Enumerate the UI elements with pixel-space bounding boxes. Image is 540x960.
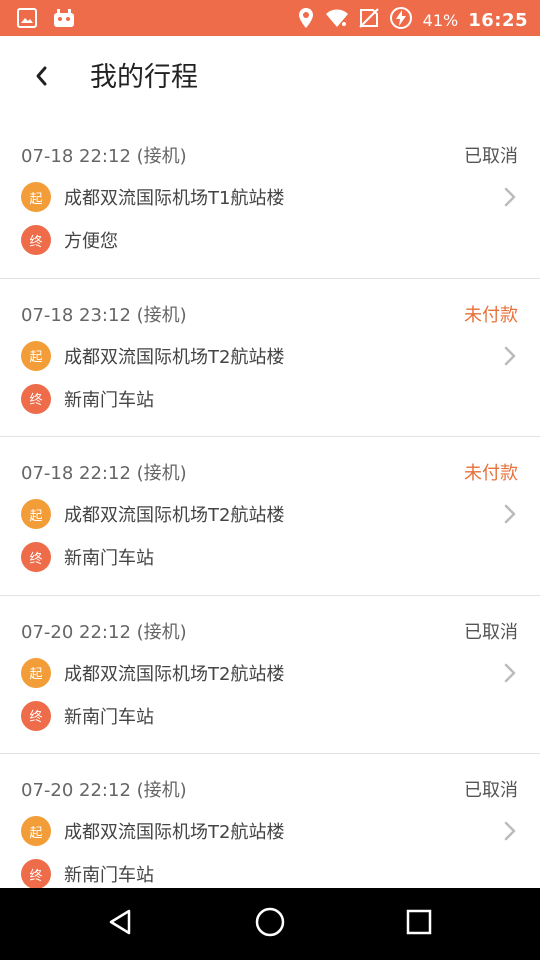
trip-time: 07-20 22:12 (接机) [21, 621, 187, 643]
start-badge: 起 [21, 340, 51, 371]
chevron-right-icon [500, 346, 520, 366]
wifi-icon [325, 8, 349, 32]
end-badge: 终 [21, 542, 51, 572]
end-location: 新南门车站 [64, 865, 154, 886]
trip-card[interactable]: 07-20 22:12 (接机) 已取消 起 成都双流国际机场T2航站楼 终 新… [0, 595, 540, 754]
start-location: 成都双流国际机场T2航站楼 [64, 346, 285, 368]
android-app-icon [52, 7, 76, 33]
image-icon [16, 7, 38, 33]
nav-recents-button[interactable] [401, 906, 437, 942]
trip-status: 未付款 [464, 304, 518, 326]
clock: 16:25 [468, 9, 528, 31]
trip-time: 07-18 22:12 (接机) [21, 463, 187, 484]
nav-back-button[interactable] [102, 906, 138, 942]
no-sim-icon [358, 8, 379, 32]
start-location: 成都双流国际机场T2航站楼 [64, 822, 285, 843]
trip-status: 已取消 [464, 621, 518, 643]
chevron-right-icon [500, 821, 520, 841]
trip-card[interactable]: 07-18 23:12 (接机) 未付款 起 成都双流国际机场T2航站楼 终 新… [0, 278, 540, 437]
back-triangle-icon [105, 907, 135, 941]
app-header: 我的行程 [0, 36, 540, 120]
battery-percent: 41% [422, 10, 459, 30]
end-badge: 终 [21, 383, 51, 414]
recents-square-icon [405, 908, 433, 940]
end-location: 新南门车站 [64, 548, 154, 569]
trip-time: 07-20 22:12 (接机) [21, 780, 187, 801]
back-chevron-icon [34, 65, 50, 91]
chevron-right-icon [500, 504, 520, 524]
status-bar: 41% 16:25 [0, 0, 540, 36]
battery-charging-icon [389, 6, 413, 34]
trip-time: 07-18 22:12 (接机) [21, 146, 187, 167]
chevron-right-icon [500, 187, 520, 207]
system-indicators: 41% 16:25 [297, 6, 528, 34]
start-badge: 起 [21, 182, 51, 212]
location-icon [297, 7, 315, 33]
trip-list: 07-18 22:12 (接机) 已取消 起 成都双流国际机场T1航站楼 终 方… [0, 120, 540, 888]
start-badge: 起 [21, 499, 51, 529]
end-badge: 终 [21, 225, 51, 255]
end-location: 新南门车站 [64, 706, 154, 728]
system-nav-bar [0, 888, 540, 960]
notification-icons [16, 7, 76, 33]
start-badge: 起 [21, 657, 51, 688]
chevron-right-icon [500, 663, 520, 683]
trip-time: 07-18 23:12 (接机) [21, 304, 187, 326]
trip-status: 已取消 [464, 780, 518, 801]
start-location: 成都双流国际机场T2航站楼 [64, 663, 285, 685]
home-circle-icon [254, 906, 286, 942]
end-badge: 终 [21, 859, 51, 888]
start-badge: 起 [21, 816, 51, 846]
trip-status: 未付款 [464, 463, 518, 484]
nav-home-button[interactable] [252, 906, 288, 942]
start-location: 成都双流国际机场T1航站楼 [64, 188, 285, 209]
end-badge: 终 [21, 700, 51, 731]
trip-status: 已取消 [464, 146, 518, 167]
trip-card[interactable]: 07-20 22:12 (接机) 已取消 起 成都双流国际机场T2航站楼 终 新… [0, 754, 540, 888]
end-location: 新南门车站 [64, 389, 154, 411]
end-location: 方便您 [64, 231, 118, 252]
trip-card[interactable]: 07-18 22:12 (接机) 已取消 起 成都双流国际机场T1航站楼 终 方… [0, 120, 540, 279]
back-button[interactable] [22, 58, 62, 98]
trip-card[interactable]: 07-18 22:12 (接机) 未付款 起 成都双流国际机场T2航站楼 终 新… [0, 437, 540, 596]
start-location: 成都双流国际机场T2航站楼 [64, 505, 285, 526]
page-title: 我的行程 [90, 62, 198, 93]
